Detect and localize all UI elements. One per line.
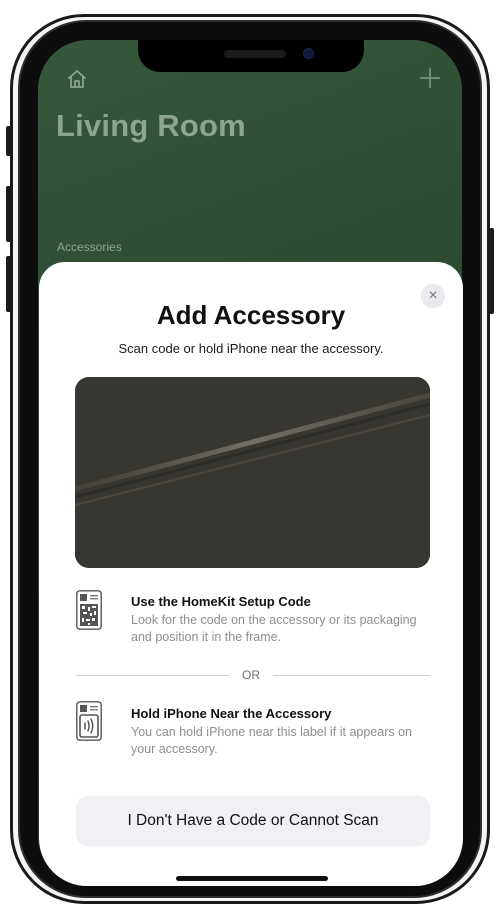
side-button xyxy=(489,228,494,314)
plus-icon[interactable] xyxy=(418,66,442,90)
divider-right xyxy=(273,675,430,676)
front-camera xyxy=(304,49,313,58)
setup-code-option-description: Look for the code on the accessory or it… xyxy=(131,613,417,644)
or-divider-text: OR xyxy=(242,668,260,682)
camera-viewfinder[interactable] xyxy=(75,377,430,568)
sheet-subtitle: Scan code or hold iPhone near the access… xyxy=(118,341,384,356)
nfc-tag-icon xyxy=(76,701,102,741)
earpiece-speaker xyxy=(224,50,286,58)
nfc-option-title: Hold iPhone Near the Accessory xyxy=(131,706,332,721)
nfc-option-description: You can hold iPhone near this label if i… xyxy=(131,725,412,756)
home-indicator[interactable] xyxy=(176,876,328,881)
volume-up-button xyxy=(6,186,11,242)
home-icon[interactable] xyxy=(66,68,88,90)
accessories-section-label: Accessories xyxy=(57,240,122,254)
no-code-button[interactable]: I Don't Have a Code or Cannot Scan xyxy=(76,796,430,846)
divider-left xyxy=(76,675,229,676)
sheet-title: Add Accessory xyxy=(156,300,346,330)
room-title: Living Room xyxy=(56,108,246,143)
setup-code-option-title: Use the HomeKit Setup Code xyxy=(131,594,311,609)
volume-down-button xyxy=(6,256,11,312)
qr-code-icon xyxy=(76,590,102,630)
mute-switch xyxy=(6,126,11,156)
camera-feed-image xyxy=(75,377,430,568)
